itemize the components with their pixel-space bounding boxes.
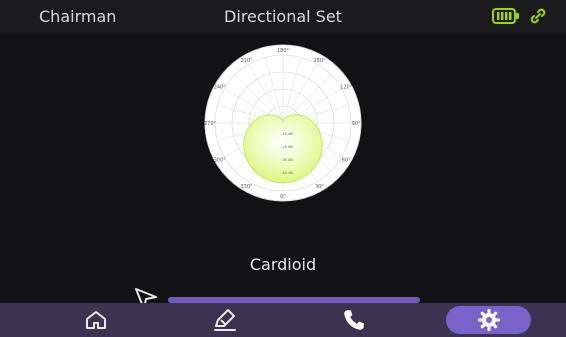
polar-pattern-chart: 180° 150° 120° 90° 60° 30° 0° 330° 300° 270° 240° 2… (203, 43, 363, 203)
db-label: -20 dB (281, 145, 293, 149)
angle-label: 330° (240, 184, 253, 190)
angle-label: 30° (315, 184, 324, 190)
link-icon (528, 6, 548, 26)
home-icon (84, 308, 108, 332)
page-title: Directional Set (224, 7, 342, 26)
angle-label: 120° (340, 85, 353, 91)
angle-label: 180° (277, 48, 290, 54)
angle-label: 270° (204, 121, 217, 127)
angle-label: 0° (280, 194, 286, 200)
phone-icon (341, 307, 367, 333)
nav-settings-button[interactable] (446, 306, 531, 334)
angle-label: 300° (214, 158, 227, 164)
nav-phone-button[interactable] (311, 303, 396, 337)
bottom-nav (0, 303, 566, 337)
angle-label: 150° (313, 58, 326, 64)
db-label: -30 dB (281, 158, 293, 162)
top-bar: Chairman Directional Set (0, 0, 566, 34)
angle-label: 240° (214, 85, 227, 91)
db-label: -40 dB (281, 171, 293, 175)
edit-icon (212, 308, 238, 332)
pattern-name: Cardioid (249, 255, 317, 274)
db-label: -10 dB (281, 132, 293, 136)
angle-label: 90° (352, 121, 361, 127)
nav-edit-button[interactable] (182, 303, 267, 337)
status-icons (492, 6, 548, 26)
angle-label: 60° (342, 158, 351, 164)
device-screen: Chairman Directional Set 180° 150° 120° … (0, 0, 566, 337)
battery-icon (492, 7, 520, 25)
nav-home-button[interactable] (53, 303, 138, 337)
main-content: 180° 150° 120° 90° 60° 30° 0° 330° 300° 270° 240° 2… (0, 34, 566, 310)
gear-icon (477, 308, 501, 332)
angle-label: 210° (240, 58, 253, 64)
